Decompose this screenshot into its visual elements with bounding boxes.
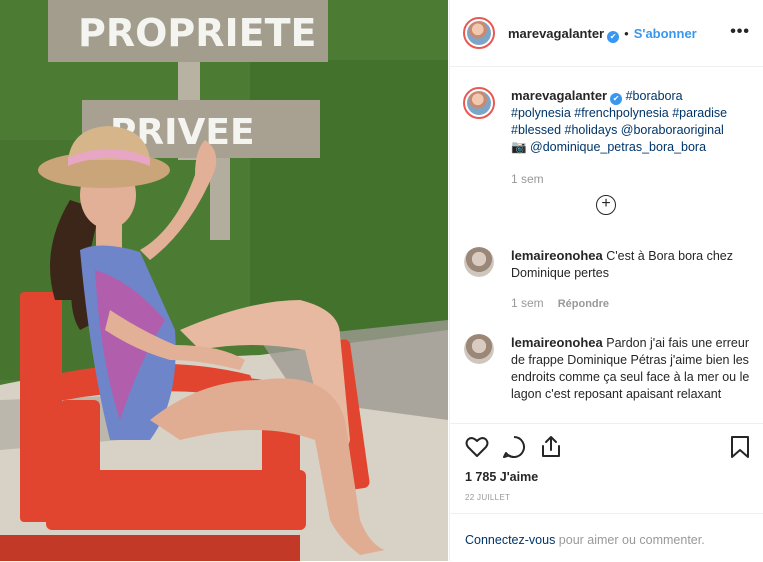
caption-avatar[interactable] <box>463 87 495 119</box>
share-icon[interactable] <box>538 434 564 460</box>
more-options-icon[interactable]: ••• <box>730 24 750 40</box>
caption-text: marevagalanter ✔ #borabora #polynesia #fr… <box>511 87 751 188</box>
comment-username[interactable]: lemaireonohea <box>511 248 603 263</box>
caption-photo-credit[interactable]: 📷 @dominique_petras_bora_bora <box>511 140 706 154</box>
post-date[interactable]: 22 JUILLET <box>465 493 510 502</box>
load-more-comments-icon[interactable]: + <box>596 195 616 215</box>
post-actions: 1 785 J'aime 22 JUILLET <box>450 423 763 514</box>
caption-username[interactable]: marevagalanter <box>511 88 607 103</box>
follow-button[interactable]: S'abonner <box>634 26 697 41</box>
comment-text: lemaireonohea C'est à Bora bora chez Dom… <box>511 247 751 313</box>
comment-text: lemaireonohea Pardon j'ai fais une erreu… <box>511 334 751 403</box>
verified-badge-icon: ✔ <box>607 31 620 43</box>
caption-verified-icon: ✔ <box>610 93 623 105</box>
login-prompt-text: pour aimer ou commenter. <box>555 533 705 547</box>
author-avatar[interactable] <box>463 17 495 49</box>
comment-icon[interactable] <box>501 434 527 460</box>
caption-hashtags-2[interactable]: #polynesia #frenchpolynesia #paradise <box>511 106 727 120</box>
caption-hashtags-3[interactable]: #blessed #holidays @boraboraoriginal <box>511 123 724 137</box>
caption-hashtags-1[interactable]: #borabora <box>626 89 683 103</box>
heart-icon[interactable] <box>464 434 490 460</box>
login-prompt: Connectez-vous pour aimer ou commenter. <box>450 513 763 562</box>
commenter-avatar[interactable] <box>464 334 494 364</box>
post-header: marevagalanter ✔ • S'abonner ••• <box>450 0 763 67</box>
author-username[interactable]: marevagalanter <box>508 26 604 41</box>
instagram-post: PROPRIETE PRIVEE marevagalanter ✔ • S'ab… <box>0 0 763 561</box>
comment-time[interactable]: 1 sem <box>511 296 544 310</box>
separator-dot: • <box>624 26 629 41</box>
post-photo[interactable]: PROPRIETE PRIVEE <box>0 0 448 561</box>
post-sidebar: marevagalanter ✔ • S'abonner ••• marevagala… <box>449 0 763 561</box>
post-photo-illustration: PROPRIETE PRIVEE <box>0 0 448 561</box>
bookmark-icon[interactable] <box>727 434 753 460</box>
sign-top-text: PROPRIETE <box>78 11 317 55</box>
caption-time[interactable]: 1 sem <box>511 171 751 188</box>
reply-button[interactable]: Répondre <box>558 298 609 310</box>
likes-count[interactable]: 1 785 J'aime <box>465 470 538 484</box>
commenter-avatar[interactable] <box>464 247 494 277</box>
login-link[interactable]: Connectez-vous <box>465 533 555 547</box>
comment-username[interactable]: lemaireonohea <box>511 335 603 350</box>
comments-section[interactable]: marevagalanter ✔ #borabora #polynesia #fr… <box>450 67 763 421</box>
